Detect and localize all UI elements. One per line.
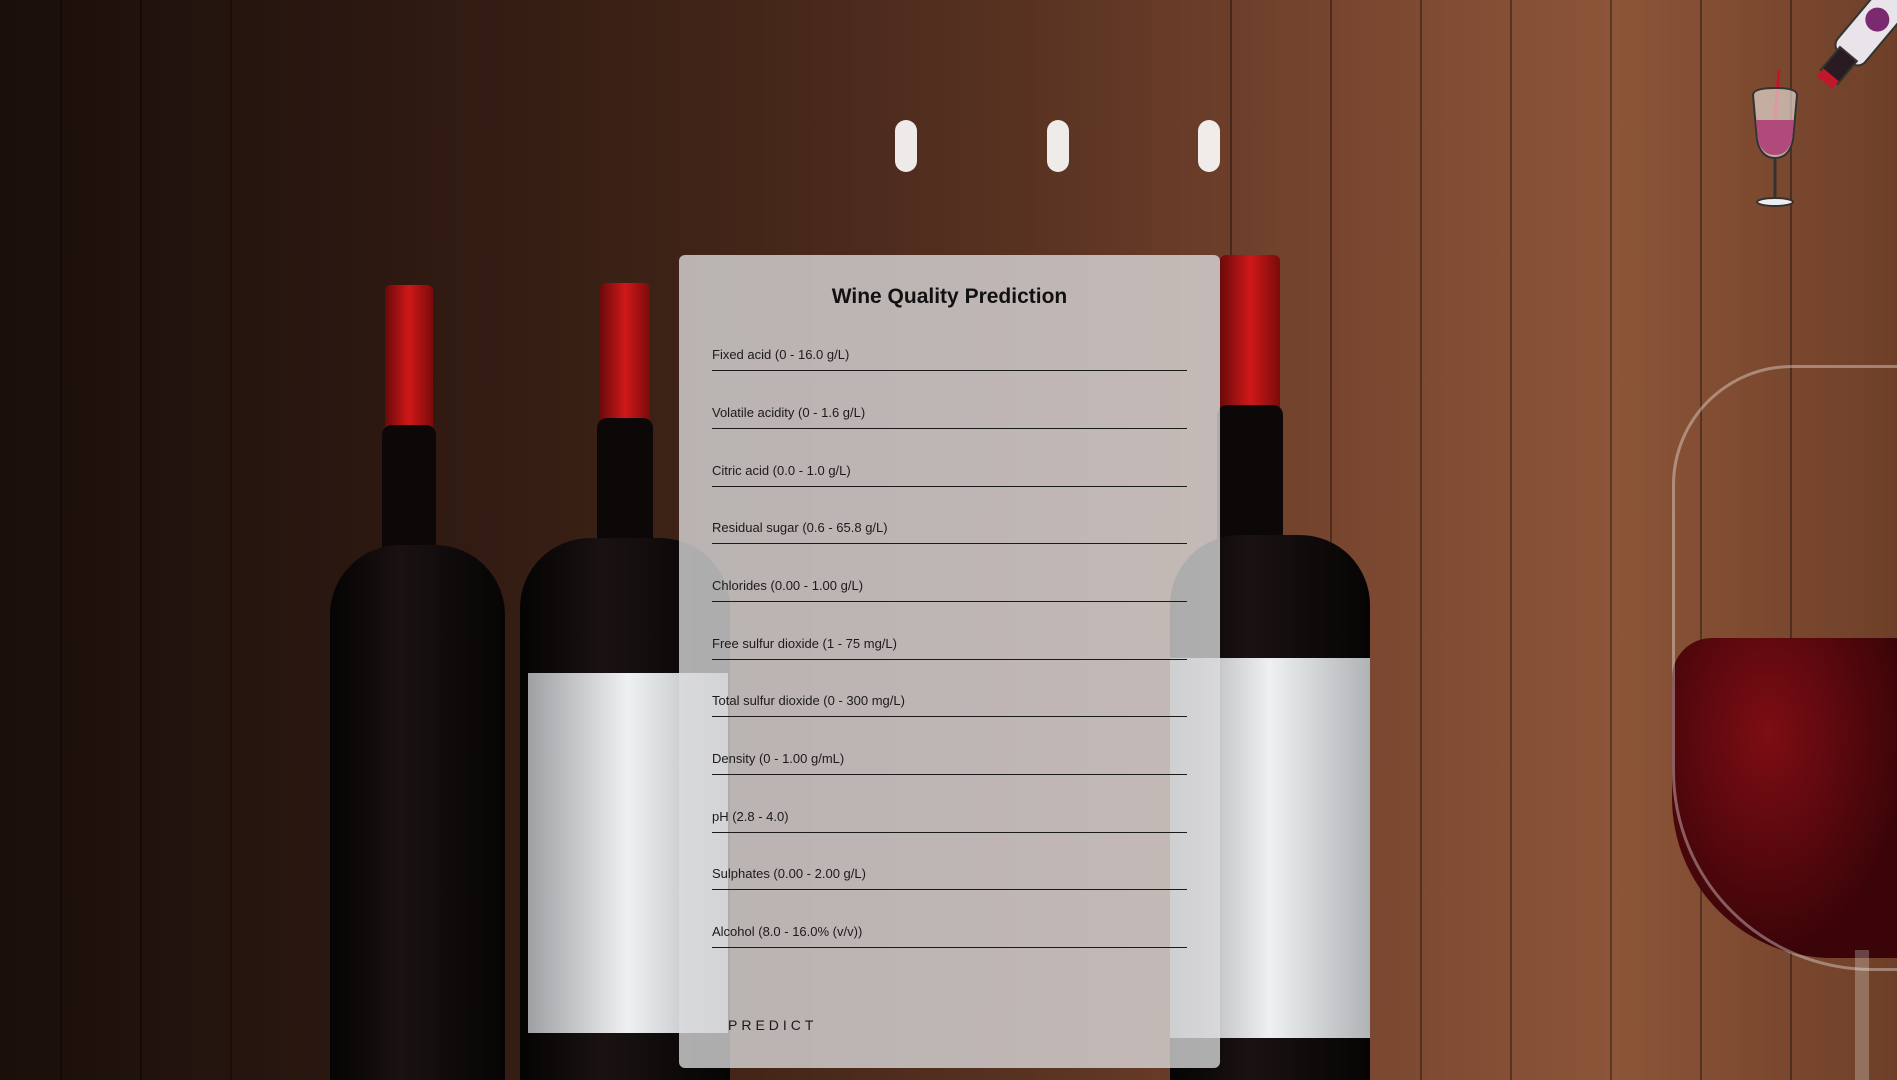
ph-field [712,802,1187,833]
volatile-acidity-input[interactable] [712,398,1187,426]
density-field [712,744,1187,775]
total-sulfur-dioxide-field [712,686,1187,717]
sulphates-field [712,859,1187,890]
fixed-acid-field [712,340,1187,371]
citric-acid-input[interactable] [712,456,1187,484]
volatile-acidity-field [712,398,1187,429]
free-sulfur-dioxide-field [712,629,1187,660]
alcohol-field [712,917,1187,948]
form-title: Wine Quality Prediction [831,285,1068,308]
citric-acid-field [712,456,1187,487]
fixed-acid-input[interactable] [712,340,1187,368]
chlorides-field [712,571,1187,602]
chlorides-input[interactable] [712,571,1187,599]
total-sulfur-dioxide-input[interactable] [712,686,1187,714]
prediction-form-card: Wine Quality Prediction PREDICT [679,255,1220,1068]
ph-input[interactable] [712,802,1187,830]
sulphates-input[interactable] [712,859,1187,887]
density-input[interactable] [712,744,1187,772]
residual-sugar-input[interactable] [712,513,1187,541]
free-sulfur-dioxide-input[interactable] [712,629,1187,657]
predict-button[interactable]: PREDICT [712,1005,822,1045]
wine-bottle-pouring-into-glass-icon [1751,0,1897,207]
residual-sugar-field [712,513,1187,544]
alcohol-input[interactable] [712,917,1187,945]
